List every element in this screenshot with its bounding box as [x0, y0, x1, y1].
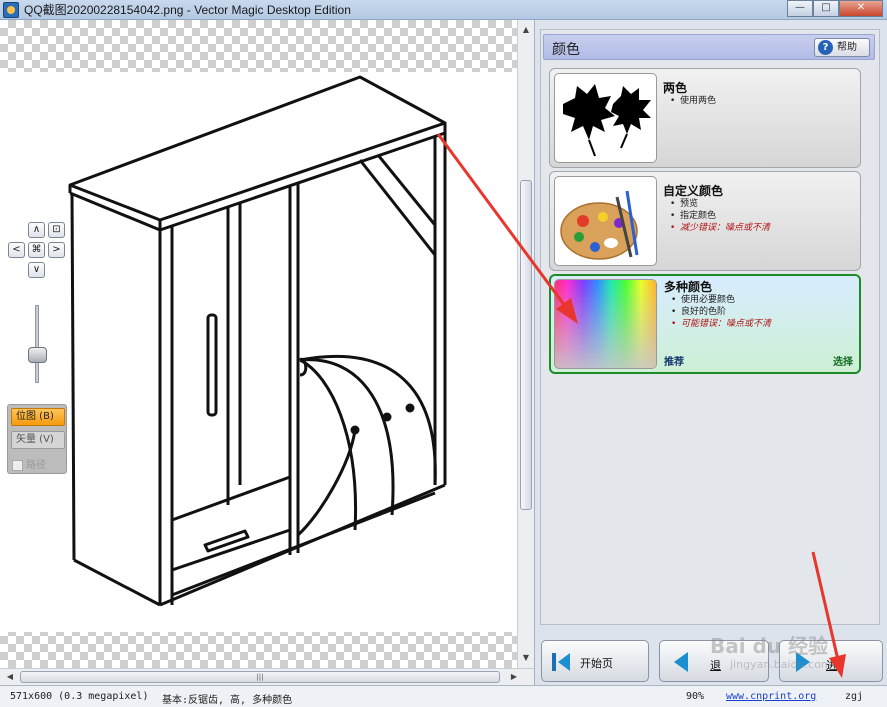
scroll-down-arrow[interactable]: ▼ [519, 650, 533, 666]
path-checkbox-label: 路径 [26, 460, 46, 471]
minimize-button[interactable]: — [787, 0, 813, 17]
canvas-horizontal-scrollbar[interactable]: ◀ ||| ▶ [0, 668, 534, 685]
paint-palette-icon [560, 190, 639, 260]
bullet-item: 使用两色 [670, 95, 716, 107]
view-mode-panel: 位图 (B) 矢量 (V) 路径 [7, 404, 67, 474]
start-page-icon [552, 653, 570, 671]
bullet-item-warning: 可能错误：噪点或不清 [671, 318, 771, 330]
zoom-slider-track[interactable] [35, 305, 39, 383]
website-link[interactable]: www.cnprint.org [726, 691, 816, 702]
settings-panel: 颜色 ? 帮助 两色 使用两色 [534, 20, 887, 635]
scroll-left-arrow[interactable]: ◀ [2, 669, 18, 685]
help-icon: ? [818, 40, 833, 55]
option-multi-colors-title: 多种颜色 [664, 280, 713, 294]
help-button-label: 帮助 [837, 42, 857, 53]
bitmap-mode-button[interactable]: 位图 (B) [11, 408, 65, 426]
path-checkbox-box[interactable] [12, 459, 23, 471]
spectrum-thumbnail [554, 279, 657, 369]
help-button[interactable]: ? 帮助 [814, 38, 870, 57]
wardrobe-drawing [68, 75, 447, 607]
color-spectrum-icon [555, 280, 656, 368]
pan-center-button[interactable]: ⌘ [28, 242, 45, 258]
canvas-vertical-scrollbar[interactable]: ▲ ▼ [517, 20, 534, 668]
pan-right-button[interactable]: > [48, 242, 65, 258]
vertical-scroll-thumb[interactable] [520, 180, 532, 510]
image-size-status: 571x600 (0.3 megapixel) [10, 691, 149, 702]
status-bar: 571x600 (0.3 megapixel) 基本:反锯齿, 高, 多种颜色 … [0, 685, 887, 707]
window-controls: — □ ✕ [787, 0, 883, 17]
option-custom-colors-bullets: 预览 指定颜色 减少错误：噪点或不清 [670, 198, 770, 234]
user-status: zgj [845, 691, 864, 702]
pan-down-button[interactable]: ∨ [28, 262, 45, 278]
recommend-label: 推荐 [664, 357, 684, 368]
option-multi-colors-bullets: 使用必要颜色 良好的色阶 可能错误：噪点或不清 [671, 294, 771, 330]
pan-left-button[interactable]: < [8, 242, 25, 258]
option-multi-colors[interactable]: 多种颜色 使用必要颜色 良好的色阶 可能错误：噪点或不清 推荐 选择 [549, 274, 861, 374]
baidu-watermark: Bai du 经验 jingyan.baidu.com [700, 630, 850, 680]
zoom-slider-thumb[interactable] [28, 347, 47, 363]
start-page-label: 开始页 [580, 657, 613, 670]
bullet-item: 良好的色阶 [671, 306, 771, 318]
app-icon [3, 2, 19, 18]
section-header: 颜色 ? 帮助 [543, 34, 875, 60]
maple-leaf-icon [563, 84, 651, 157]
title-bar: QQ截图20200228154042.png - Vector Magic De… [0, 0, 887, 20]
scroll-up-arrow[interactable]: ▲ [519, 22, 533, 38]
option-two-colors-title: 两色 [663, 81, 688, 95]
palette-thumbnail [554, 176, 657, 266]
mode-status: 基本:反锯齿, 高, 多种颜色 [162, 695, 293, 706]
zoom-status: 90% [686, 691, 705, 702]
watermark-logo: Bai du 经验 [710, 634, 829, 658]
section-title: 颜色 [552, 42, 580, 58]
maximize-button[interactable]: □ [813, 0, 839, 17]
scroll-right-arrow[interactable]: ▶ [506, 669, 522, 685]
pan-up-button[interactable]: ∧ [28, 222, 45, 238]
horizontal-scroll-thumb[interactable]: ||| [20, 671, 500, 683]
leaf-silhouette-thumbnail [554, 73, 657, 163]
image-canvas[interactable]: ∧ ⊡ < ⌘ > ∨ 位图 (B) 矢量 (V) 路径 [0, 20, 517, 668]
vector-mode-button[interactable]: 矢量 (V) [11, 431, 65, 449]
option-two-colors[interactable]: 两色 使用两色 [549, 68, 861, 168]
window-title: QQ截图20200228154042.png - Vector Magic De… [24, 3, 351, 17]
bullet-item: 指定颜色 [670, 210, 770, 222]
start-page-button[interactable]: 开始页 [541, 640, 649, 682]
option-custom-colors[interactable]: 自定义颜色 预览 指定颜色 减少错误：噪点或不清 [549, 171, 861, 271]
zoom-fit-button[interactable]: ⊡ [48, 222, 65, 238]
bullet-item: 使用必要颜色 [671, 294, 771, 306]
back-arrow-icon [674, 652, 688, 672]
option-custom-colors-title: 自定义颜色 [663, 184, 724, 198]
path-checkbox[interactable]: 路径 [12, 456, 46, 471]
bullet-item: 预览 [670, 198, 770, 210]
close-button[interactable]: ✕ [839, 0, 883, 17]
option-two-colors-bullets: 使用两色 [670, 95, 716, 107]
choose-link[interactable]: 选择 [833, 353, 853, 368]
watermark-url: jingyan.baidu.com [730, 658, 832, 671]
bullet-item-warning: 减少错误：噪点或不清 [670, 222, 770, 234]
